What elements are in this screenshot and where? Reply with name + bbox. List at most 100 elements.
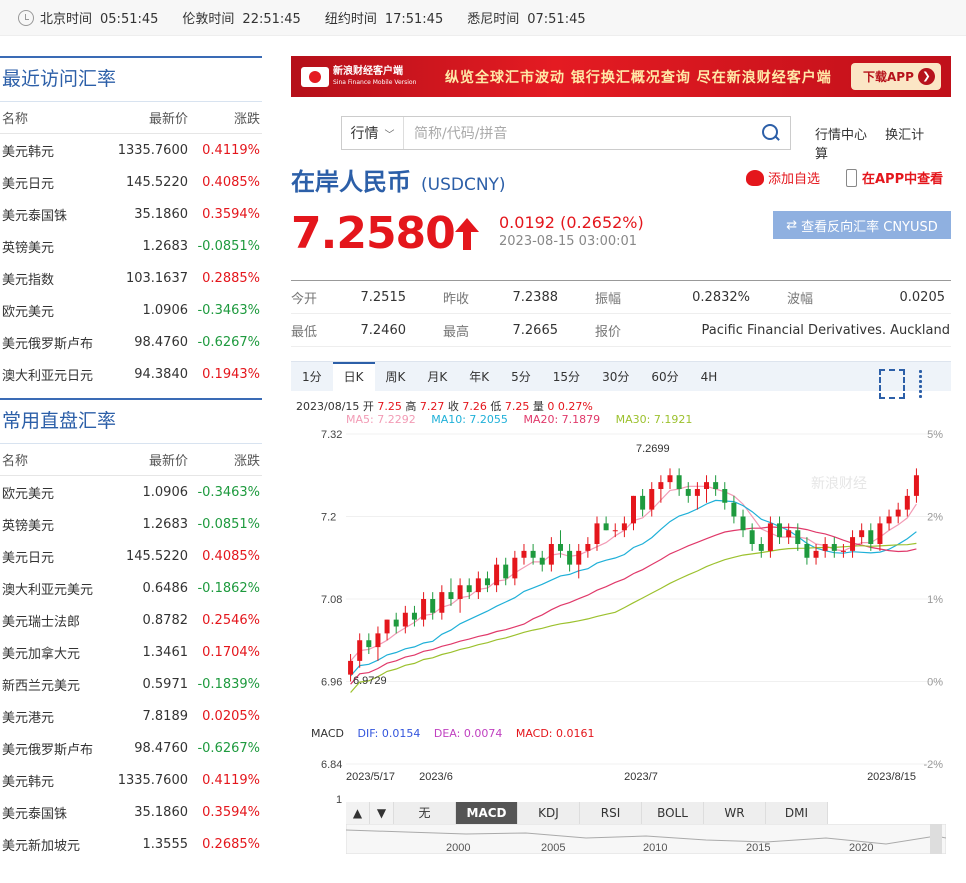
rate-price: 0.8782 <box>142 612 189 628</box>
period-tabs: 1分 日K 周K 月K 年K 5分 15分 30分 60分 4H <box>291 361 951 399</box>
rate-row[interactable]: 新西兰元美元 0.5971 -0.1839% <box>0 668 262 700</box>
period-tab[interactable]: 年K <box>458 362 500 392</box>
rate-name[interactable]: 澳大利亚元日元 <box>0 365 112 384</box>
rate-name[interactable]: 美元日元 <box>0 173 112 192</box>
rate-name[interactable]: 美元新加坡元 <box>0 835 112 854</box>
rate-row[interactable]: 美元俄罗斯卢布 98.4760 -0.6267% <box>0 732 262 764</box>
rate-change: 0.4119% <box>202 142 260 158</box>
rate-price: 1.3555 <box>142 836 189 852</box>
app-banner[interactable]: 新浪财经客户端 Sina Finance Mobile Version 纵览全球汇… <box>291 56 951 97</box>
candle-body <box>713 482 719 489</box>
period-tab[interactable]: 月K <box>416 362 458 392</box>
rate-price: 145.5220 <box>125 174 188 190</box>
period-tab[interactable]: 日K <box>332 361 375 392</box>
rate-row[interactable]: 欧元美元 1.0906 -0.3463% <box>0 294 262 326</box>
rate-name[interactable]: 美元日元 <box>0 547 112 566</box>
view-in-app-button[interactable]: 在APP中查看 <box>846 168 943 187</box>
rate-name[interactable]: 欧元美元 <box>0 301 112 320</box>
period-tab[interactable]: 5分 <box>500 362 542 392</box>
y-tick-label: 7.2 <box>321 512 336 524</box>
rate-row[interactable]: 美元新加坡元 1.3555 0.2685% <box>0 828 262 860</box>
candle-body <box>475 578 481 593</box>
indicator-tab[interactable]: 无 <box>394 802 456 824</box>
rate-name[interactable]: 澳大利亚元美元 <box>0 579 112 598</box>
rate-row[interactable]: 美元韩元 1335.7600 0.4119% <box>0 764 262 796</box>
navigator-handle[interactable] <box>930 824 942 854</box>
rate-row[interactable]: 美元俄罗斯卢布 98.4760 -0.6267% <box>0 326 262 358</box>
candle-body <box>822 544 828 551</box>
rate-row[interactable]: 美元加拿大元 1.3461 0.1704% <box>0 636 262 668</box>
clock-sydney: 悉尼时间 07:51:45 <box>467 12 586 27</box>
ohlc-date: 2023/08/15 <box>296 400 360 413</box>
rate-row[interactable]: 欧元美元 1.0906 -0.3463% <box>0 476 262 508</box>
kline-chart[interactable]: 7.32 7.2 7.08 6.96 6.84 5% 2% 1% 0% -2% 新浪财经 7.2699… <box>291 426 951 806</box>
watermark: 新浪财经 <box>811 476 867 492</box>
rate-row[interactable]: 美元泰国铢 35.1860 0.3594% <box>0 198 262 230</box>
rate-row[interactable]: 美元港元 7.8189 0.0205% <box>0 700 262 732</box>
period-tab[interactable]: 60分 <box>640 362 689 392</box>
rate-name[interactable]: 美元加拿大元 <box>0 643 112 662</box>
indicator-tab[interactable]: MACD <box>456 802 518 824</box>
clock-london: 伦敦时间 22:51:45 <box>182 12 301 27</box>
candle-body <box>594 523 600 544</box>
indicator-tab[interactable]: WR <box>704 802 766 824</box>
rate-row[interactable]: 英镑美元 1.2683 -0.0851% <box>0 230 262 262</box>
instrument-code: (USDCNY) <box>421 175 506 195</box>
indicator-tab[interactable]: KDJ <box>518 802 580 824</box>
market-center-link[interactable]: 行情中心 <box>815 128 867 143</box>
rate-name[interactable]: 美元瑞士法郎 <box>0 611 112 630</box>
rate-change: 0.2685% <box>202 836 260 852</box>
scroll-up-button[interactable]: ▲ <box>346 802 370 824</box>
stats-row: 今开 7.2515 昨收 7.2388 振幅 0.2832% 波幅 0.0205 <box>291 281 951 314</box>
rate-name[interactable]: 美元指数 <box>0 269 112 288</box>
rate-name[interactable]: 美元俄罗斯卢布 <box>0 333 112 352</box>
rate-name[interactable]: 美元韩元 <box>0 141 112 160</box>
history-navigator[interactable]: 2000 2005 2010 2015 2020 <box>346 824 946 854</box>
candle-body <box>348 660 354 675</box>
indicator-tab[interactable]: RSI <box>580 802 642 824</box>
rate-name[interactable]: 美元泰国铢 <box>0 205 112 224</box>
period-tab[interactable]: 周K <box>375 362 417 392</box>
scroll-down-button[interactable]: ▼ <box>370 802 394 824</box>
market-select[interactable]: 行情 ﹀ <box>342 117 404 149</box>
rate-name[interactable]: 美元俄罗斯卢布 <box>0 739 112 758</box>
indicator-tab[interactable]: BOLL <box>642 802 704 824</box>
rate-row[interactable]: 英镑美元 1.2683 -0.0851% <box>0 508 262 540</box>
rate-row[interactable]: 澳大利亚元美元 0.6486 -0.1862% <box>0 572 262 604</box>
rate-name[interactable]: 美元泰国铢 <box>0 803 112 822</box>
rate-row[interactable]: 美元指数 103.1637 0.2885% <box>0 262 262 294</box>
candle-body <box>859 530 865 538</box>
period-tab[interactable]: 1分 <box>291 362 333 392</box>
current-price: 7.2580 <box>291 208 456 259</box>
rate-row[interactable]: 美元日元 145.5220 0.4085% <box>0 540 262 572</box>
rate-name[interactable]: 美元港元 <box>0 707 112 726</box>
rate-name[interactable]: 新西兰元美元 <box>0 675 112 694</box>
rate-row[interactable]: 美元泰国铢 35.1860 0.3594% <box>0 796 262 828</box>
more-options-icon[interactable] <box>919 369 941 399</box>
rate-row[interactable]: 美元韩元 1335.7600 0.4119% <box>0 134 262 166</box>
rate-price: 145.5220 <box>125 548 188 564</box>
indicator-tab[interactable]: DMI <box>766 802 828 824</box>
rate-change: 0.4119% <box>202 772 260 788</box>
period-tab[interactable]: 4H <box>690 362 729 392</box>
rate-name[interactable]: 英镑美元 <box>0 515 112 534</box>
rate-row[interactable]: 美元瑞士法郎 0.8782 0.2546% <box>0 604 262 636</box>
clock-beijing: 北京时间 05:51:45 <box>40 12 159 27</box>
search-icon[interactable] <box>760 122 782 144</box>
period-tab[interactable]: 30分 <box>591 362 640 392</box>
search-input[interactable]: 简称/代码/拼音 <box>404 123 760 143</box>
reverse-rate-button[interactable]: ⇄ 查看反向汇率 CNYUSD <box>773 211 951 239</box>
rate-name[interactable]: 欧元美元 <box>0 483 112 502</box>
rate-price: 0.6486 <box>142 580 189 596</box>
period-tab[interactable]: 15分 <box>542 362 591 392</box>
fullscreen-icon[interactable] <box>879 369 905 399</box>
download-app-button[interactable]: 下载APP ❯ <box>851 63 941 90</box>
rate-name[interactable]: 美元韩元 <box>0 771 112 790</box>
rate-price: 98.4760 <box>134 740 188 756</box>
rate-name[interactable]: 英镑美元 <box>0 237 112 256</box>
rate-change: 0.4085% <box>202 174 260 190</box>
add-favorite-button[interactable]: 添加自选 <box>746 168 820 187</box>
candle-body <box>722 489 728 503</box>
rate-row[interactable]: 澳大利亚元日元 94.3840 0.1943% <box>0 358 262 390</box>
rate-row[interactable]: 美元日元 145.5220 0.4085% <box>0 166 262 198</box>
